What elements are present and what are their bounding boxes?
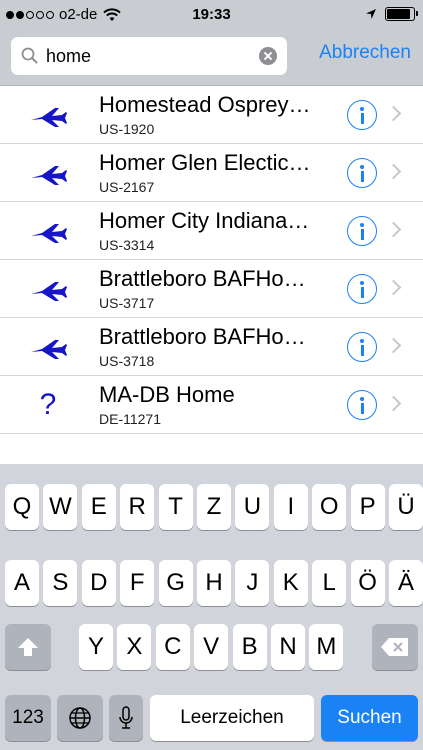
airplane-icon [28, 104, 68, 128]
search-key[interactable]: Suchen [321, 695, 418, 741]
chevron-right-icon [385, 163, 402, 180]
key-ä[interactable]: Ä [389, 560, 423, 606]
key-h[interactable]: H [197, 560, 231, 606]
item-title: Homer City Indiana… [99, 208, 310, 233]
key-ö[interactable]: Ö [350, 560, 385, 606]
item-id: DE-11271 [99, 411, 162, 427]
cancel-button[interactable]: Abbrechen [319, 42, 411, 64]
key-z[interactable]: Z [197, 484, 231, 530]
key-r[interactable]: R [120, 484, 155, 530]
globe-key[interactable] [57, 695, 103, 741]
airplane-icon [28, 162, 68, 186]
item-title: Brattleboro BAFHo… [99, 266, 306, 291]
key-k[interactable]: K [273, 560, 308, 606]
backspace-icon [381, 638, 408, 656]
info-icon[interactable] [347, 390, 377, 420]
result-list: Homestead Osprey… US-1920 Homer Glen Elect… [0, 86, 423, 434]
key-q[interactable]: Q [5, 484, 39, 530]
list-item[interactable]: Homer Glen Electic… US-2167 [0, 144, 423, 202]
item-title: Homestead Osprey… [99, 92, 311, 117]
list-item[interactable]: Homer City Indiana… US-3314 [0, 202, 423, 260]
globe-icon [69, 707, 91, 729]
item-id: US-3718 [99, 353, 155, 369]
chevron-right-icon [385, 279, 402, 296]
dictation-key[interactable] [109, 695, 143, 741]
key-s[interactable]: S [43, 560, 78, 606]
key-b[interactable]: B [232, 624, 267, 670]
key-g[interactable]: G [158, 560, 193, 606]
shift-icon [18, 638, 38, 656]
airplane-icon [28, 220, 68, 244]
clear-icon[interactable] [259, 47, 277, 65]
battery-level [387, 9, 410, 19]
status-right [365, 7, 418, 21]
battery-icon [385, 7, 418, 21]
item-id: US-3717 [99, 295, 155, 311]
airplane-icon [28, 278, 68, 302]
info-icon[interactable] [347, 216, 377, 246]
key-i[interactable]: I [273, 484, 308, 530]
key-n[interactable]: N [271, 624, 305, 670]
key-ü[interactable]: Ü [389, 484, 423, 530]
airplane-icon [28, 336, 68, 360]
chevron-right-icon [385, 337, 402, 354]
key-o[interactable]: O [312, 484, 347, 530]
key-p[interactable]: P [350, 484, 385, 530]
question-icon: ? [39, 388, 57, 421]
chevron-right-icon [385, 221, 402, 238]
search-bar: Abbrechen [0, 30, 423, 86]
search-input[interactable] [46, 41, 256, 71]
key-d[interactable]: D [81, 560, 116, 606]
item-id: US-3314 [99, 237, 155, 253]
microphone-icon [119, 706, 133, 729]
info-icon[interactable] [347, 100, 377, 130]
chevron-right-icon [385, 395, 402, 412]
key-y[interactable]: Y [79, 624, 113, 670]
list-item[interactable]: Homestead Osprey… US-1920 [0, 86, 423, 144]
item-id: US-1920 [99, 121, 155, 137]
list-item[interactable]: Brattleboro BAFHo… US-3717 [0, 260, 423, 318]
delete-key[interactable] [372, 624, 418, 670]
key-j[interactable]: J [235, 560, 270, 606]
key-f[interactable]: F [120, 560, 155, 606]
search-icon [21, 47, 38, 64]
keyboard: Q W E R T Z U I O P Ü A S D F G H J K L Ö Ä Y X C V B N M 123 Leerzeic… [0, 464, 423, 750]
key-t[interactable]: T [158, 484, 193, 530]
numbers-key[interactable]: 123 [5, 695, 51, 741]
key-a[interactable]: A [5, 560, 39, 606]
key-u[interactable]: U [235, 484, 270, 530]
key-l[interactable]: L [312, 560, 347, 606]
info-icon[interactable] [347, 332, 377, 362]
item-id: US-2167 [99, 179, 155, 195]
key-c[interactable]: C [155, 624, 190, 670]
status-bar: o2-de 19:33 [0, 0, 423, 30]
info-icon[interactable] [347, 158, 377, 188]
info-icon[interactable] [347, 274, 377, 304]
search-field[interactable] [11, 37, 287, 75]
item-title: Brattleboro BAFHo… [99, 324, 306, 349]
shift-key[interactable] [5, 624, 51, 670]
key-m[interactable]: M [309, 624, 344, 670]
chevron-right-icon [385, 105, 402, 122]
item-title: Homer Glen Electic… [99, 150, 311, 175]
key-v[interactable]: V [194, 624, 229, 670]
key-e[interactable]: E [81, 484, 116, 530]
item-title: MA-DB Home [99, 382, 235, 407]
location-arrow-icon [366, 9, 376, 19]
key-w[interactable]: W [43, 484, 78, 530]
space-key[interactable]: Leerzeichen [150, 695, 314, 741]
list-item[interactable]: ? MA-DB Home DE-11271 [0, 376, 423, 434]
list-item[interactable]: Brattleboro BAFHo… US-3718 [0, 318, 423, 376]
key-x[interactable]: X [117, 624, 152, 670]
clock: 19:33 [192, 6, 231, 23]
